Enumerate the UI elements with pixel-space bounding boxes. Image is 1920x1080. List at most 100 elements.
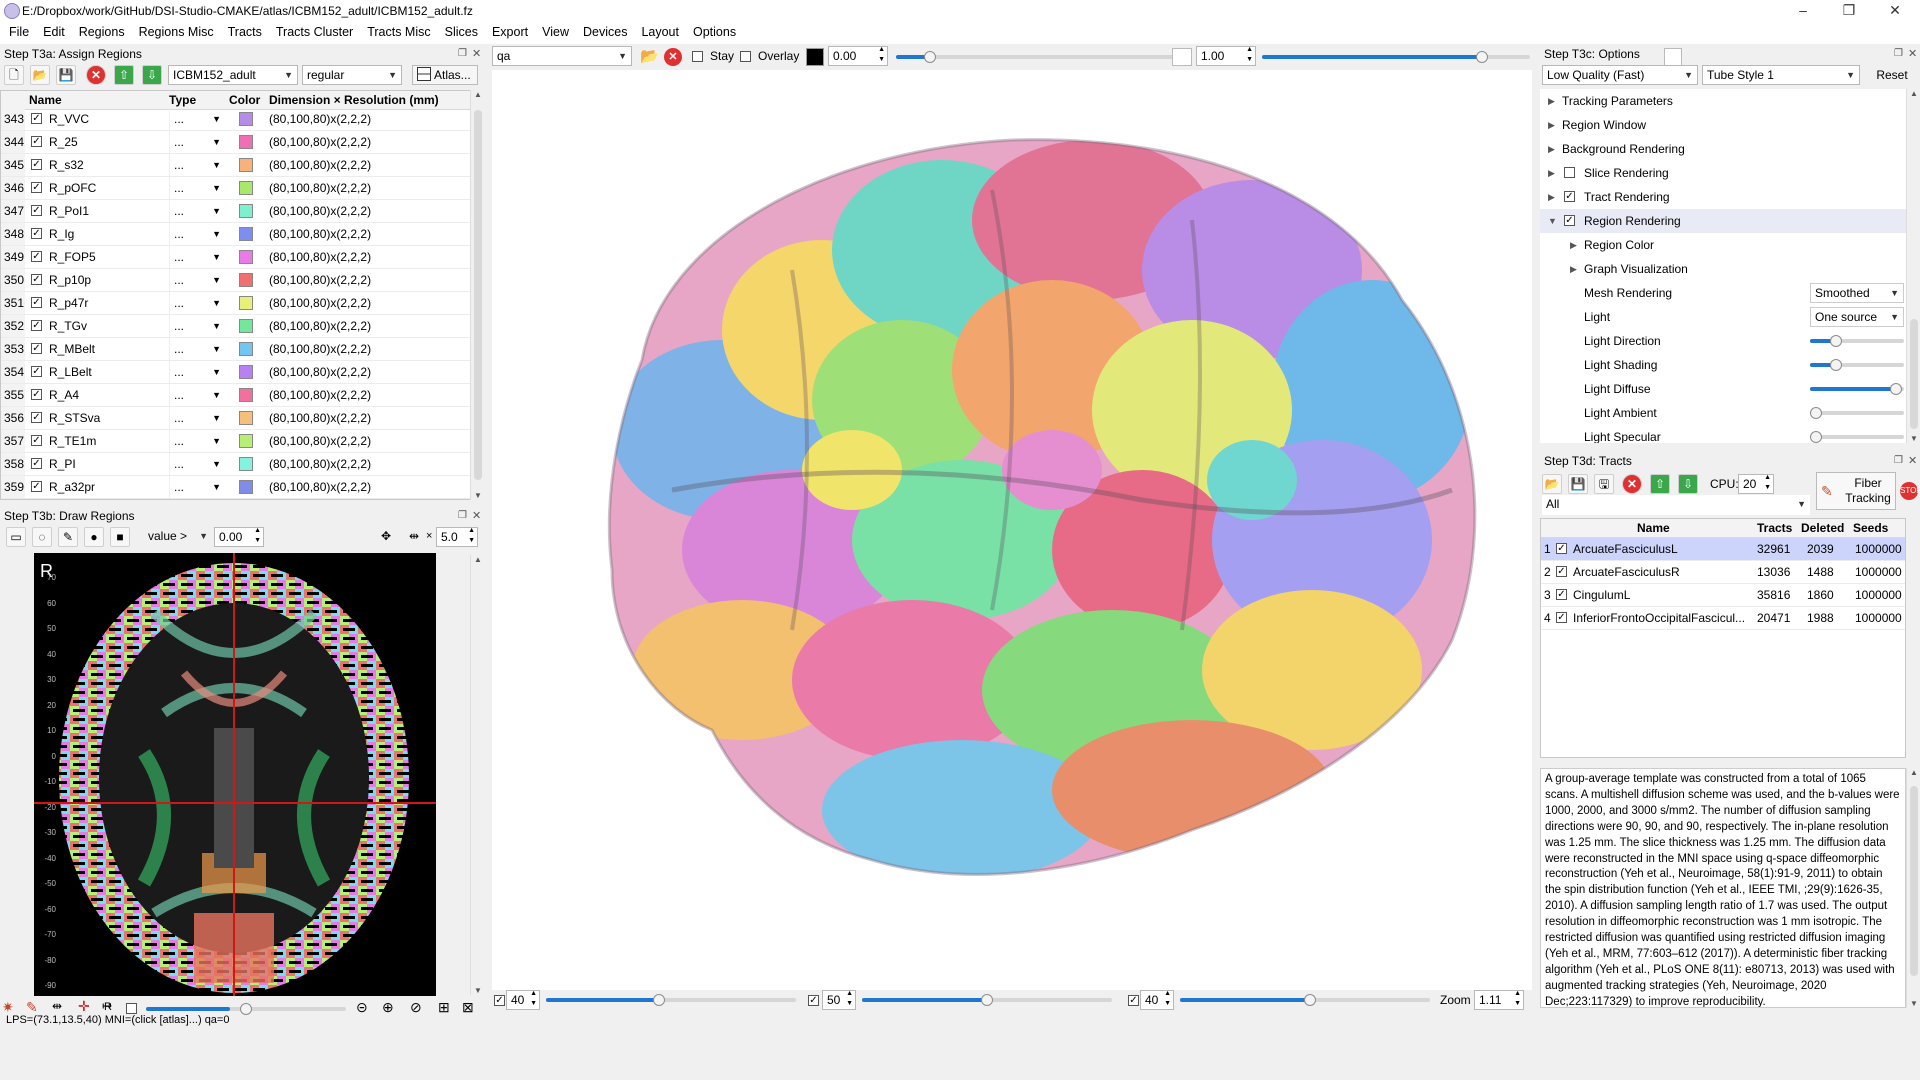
move-icon[interactable]: ✥ <box>376 527 396 547</box>
description-scrollbar[interactable]: ▲ ▼ <box>1906 768 1920 1008</box>
fiber-tracking-button[interactable]: ✎ Fiber Tracking <box>1816 472 1896 510</box>
table-row[interactable]: 359 ✓ R_a32pr ... ▼ (80,100,80)x(2,2,2) <box>1 476 473 499</box>
table-row[interactable]: 344 ✓ R_25 ... ▼ (80,100,80)x(2,2,2) <box>1 131 473 154</box>
table-row[interactable]: 1 ✓ ArcuateFasciculusL 32961 2039 1000000 <box>1541 538 1905 561</box>
minimize-button[interactable]: – <box>1780 0 1826 22</box>
table-row[interactable]: 356 ✓ R_STSva ... ▼ (80,100,80)x(2,2,2) <box>1 407 473 430</box>
region-name[interactable]: R_STSva <box>49 407 100 429</box>
visible-checkbox[interactable]: ✓ <box>31 159 42 170</box>
table-row[interactable]: 350 ✓ R_p10p ... ▼ (80,100,80)x(2,2,2) <box>1 269 473 292</box>
menu-devices[interactable]: Devices <box>576 22 634 39</box>
visible-checkbox[interactable]: ✓ <box>31 113 42 124</box>
slice-x-spin[interactable]: 40 ▲ ▼ <box>506 990 540 1010</box>
col-name[interactable]: Name <box>29 91 62 109</box>
options-item[interactable]: Mesh Rendering Smoothed ▼ <box>1540 281 1906 305</box>
table-row[interactable]: 351 ✓ R_p47r ... ▼ (80,100,80)x(2,2,2) <box>1 292 473 315</box>
close-panel-icon[interactable]: ✕ <box>1908 47 1917 60</box>
region-name[interactable]: R_TGv <box>49 315 87 337</box>
options-item[interactable]: ▶ ✓ Tract Rendering <box>1540 185 1906 209</box>
grid-view-icon[interactable]: ⊠ <box>462 999 474 1016</box>
region-name[interactable]: R_TE1m <box>49 430 96 452</box>
option-checkbox[interactable]: ✓ <box>1564 215 1575 226</box>
open-folder-icon[interactable]: 📂 <box>30 65 50 85</box>
max-value-spin[interactable]: 1.00 ▲ ▼ <box>1196 46 1256 66</box>
option-slider[interactable] <box>1810 435 1904 439</box>
region-type-select[interactable]: ...▼ <box>169 246 225 268</box>
visible-checkbox[interactable]: ✓ <box>31 274 42 285</box>
maximize-button[interactable]: ❐ <box>1826 0 1872 22</box>
visible-checkbox[interactable]: ✓ <box>31 458 42 469</box>
table-row[interactable]: 343 ✓ R_VVC ... ▼ (80,100,80)x(2,2,2) <box>1 108 473 131</box>
move-up-icon[interactable]: ⇧ <box>114 65 134 85</box>
visible-checkbox[interactable]: ✓ <box>31 366 42 377</box>
visible-checkbox[interactable]: ✓ <box>31 389 42 400</box>
region-color-swatch[interactable] <box>239 296 253 310</box>
close-panel-icon[interactable]: ✕ <box>1908 454 1917 467</box>
region-color-swatch[interactable] <box>239 227 253 241</box>
min-slider-knob[interactable] <box>923 51 936 63</box>
region-type-select[interactable]: ...▼ <box>169 292 225 314</box>
region-color-swatch[interactable] <box>239 457 253 471</box>
table-row[interactable]: 353 ✓ R_MBelt ... ▼ (80,100,80)x(2,2,2) <box>1 338 473 361</box>
tract-filter-select[interactable]: All ▼ <box>1542 495 1810 515</box>
contrast-slider-knob[interactable] <box>240 1003 252 1015</box>
options-item[interactable]: ▶ Tracking Parameters <box>1540 89 1906 113</box>
threshold-select[interactable]: value > ▼ <box>144 527 212 547</box>
region-type-select[interactable]: ...▼ <box>169 453 225 475</box>
move-down-icon[interactable]: ⇩ <box>142 65 162 85</box>
options-item[interactable]: Light Direction <box>1540 329 1906 353</box>
options-item[interactable]: Light Diffuse <box>1540 377 1906 401</box>
close-window-button[interactable]: ✕ <box>1872 0 1918 22</box>
delete-tract-icon[interactable]: ✕ <box>1622 474 1642 494</box>
region-name[interactable]: R_LBelt <box>49 361 92 383</box>
menu-edit[interactable]: Edit <box>36 22 72 39</box>
region-name[interactable]: R_p47r <box>49 292 88 314</box>
slice-y-knob[interactable] <box>981 994 993 1006</box>
tract-visible-checkbox[interactable]: ✓ <box>1556 589 1567 600</box>
new-region-icon[interactable]: 🗋 <box>4 65 24 85</box>
visible-checkbox[interactable]: ✓ <box>31 412 42 423</box>
chevron-right-icon[interactable]: ▶ <box>1548 185 1555 209</box>
open-folder-icon[interactable]: 📂 <box>640 47 659 65</box>
table-row[interactable]: 2 ✓ ArcuateFasciculusR 13036 1488 1000000 <box>1541 561 1905 584</box>
region-color-swatch[interactable] <box>239 250 253 264</box>
region-table-scrollbar[interactable]: ▲ ▼ <box>470 90 485 500</box>
option-checkbox[interactable] <box>1564 167 1575 178</box>
chevron-right-icon[interactable]: ▶ <box>1548 89 1555 113</box>
region-color-swatch[interactable] <box>239 411 253 425</box>
col-deleted[interactable]: Deleted <box>1801 519 1844 537</box>
tube-style-select[interactable]: Tube Style 1 ▼ <box>1702 65 1860 85</box>
save-tracts-icon[interactable]: 💾 <box>1568 474 1588 494</box>
region-color-swatch[interactable] <box>239 480 253 494</box>
region-color-swatch[interactable] <box>239 273 253 287</box>
region-color-swatch[interactable] <box>239 204 253 218</box>
region-type-select[interactable]: ...▼ <box>169 361 225 383</box>
metric-select[interactable]: qa ▼ <box>492 46 632 66</box>
tract-up-icon[interactable]: ⇧ <box>1650 474 1670 494</box>
reset-button[interactable]: Reset <box>1866 65 1918 85</box>
tract-name[interactable]: InferiorFrontoOccipitalFascicul... <box>1573 607 1751 629</box>
region-type-select[interactable]: ...▼ <box>169 384 225 406</box>
region-name[interactable]: R_s32 <box>49 154 84 176</box>
slice-view[interactable]: R 70 60 50 40 30 20 10 0 -10 -20 -30 -40 -50 -60 -70 -8… <box>34 553 436 996</box>
region-color-swatch[interactable] <box>239 158 253 172</box>
col-dimension[interactable]: Dimension × Resolution (mm) <box>269 91 439 109</box>
option-select[interactable]: One source ▼ <box>1810 307 1904 327</box>
table-row[interactable]: 360✓R_p24...▼(80,100,80)x(2,2,2) <box>1 499 474 500</box>
close-panel-icon[interactable]: ✕ <box>472 47 481 60</box>
col-color[interactable]: Color <box>229 91 260 109</box>
options-scrollbar[interactable]: ▲ ▼ <box>1906 89 1920 443</box>
axial-view-icon[interactable]: ⊝ <box>356 999 368 1016</box>
remove-icon[interactable]: ✕ <box>664 48 682 66</box>
table-row[interactable]: 349 ✓ R_FOP5 ... ▼ (80,100,80)x(2,2,2) <box>1 246 473 269</box>
tract-visible-checkbox[interactable]: ✓ <box>1556 543 1567 554</box>
options-item[interactable]: ▼ ✓ Region Rendering <box>1540 209 1906 233</box>
square-tool-icon[interactable]: ■ <box>110 527 130 547</box>
option-slider-knob[interactable] <box>1889 383 1902 395</box>
slice-y-checkbox[interactable]: ✓ <box>808 995 819 1006</box>
chevron-right-icon[interactable]: ▶ <box>1548 113 1555 137</box>
region-type-select[interactable]: ...▼ <box>169 108 225 130</box>
options-item[interactable]: Light One source ▼ <box>1540 305 1906 329</box>
slice-x-slider[interactable] <box>546 998 796 1002</box>
table-row[interactable]: 357 ✓ R_TE1m ... ▼ (80,100,80)x(2,2,2) <box>1 430 473 453</box>
